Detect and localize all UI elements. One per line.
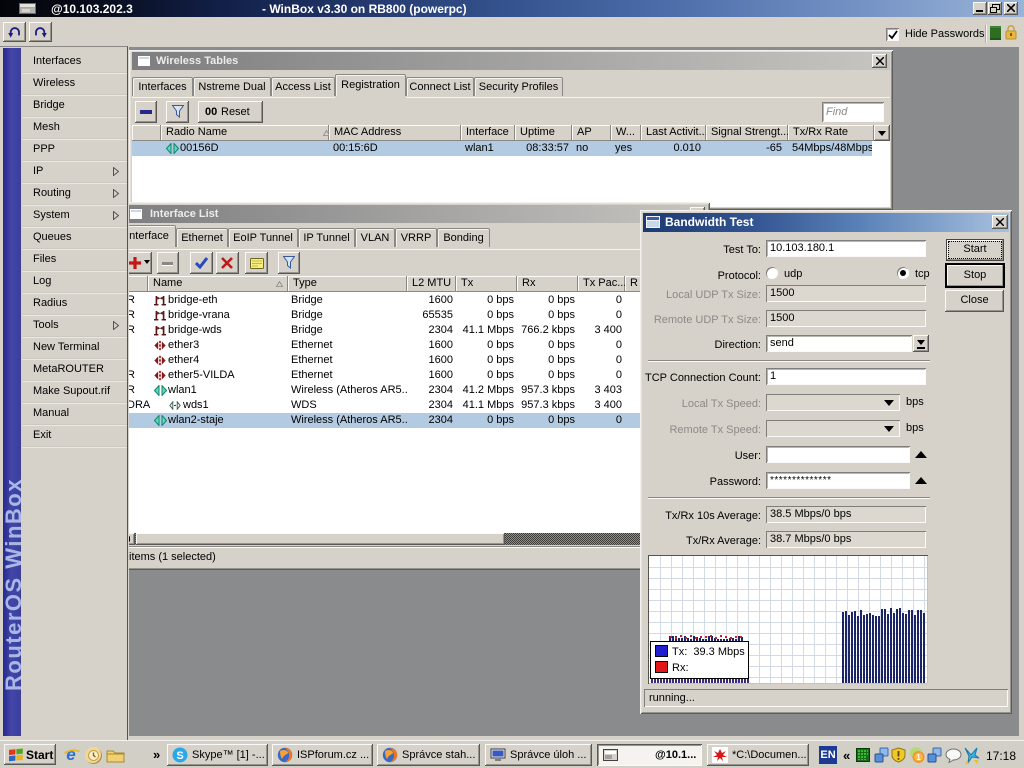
svg-text:e: e: [66, 745, 75, 764]
svg-text:1: 1: [916, 753, 921, 762]
svg-text:S: S: [176, 750, 183, 762]
